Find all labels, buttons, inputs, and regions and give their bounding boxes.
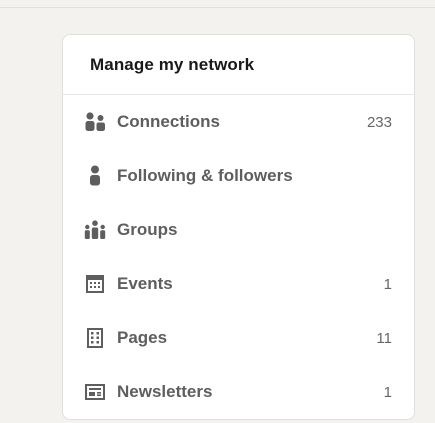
newspaper-icon bbox=[83, 380, 107, 404]
network-item-label: Connections bbox=[117, 112, 220, 131]
person-icon bbox=[83, 164, 107, 188]
group-icon bbox=[83, 218, 107, 242]
network-item-count: 1 bbox=[383, 383, 392, 401]
network-item-pages[interactable]: Pages 11 bbox=[63, 311, 414, 365]
network-item-label: Events bbox=[117, 274, 173, 293]
calendar-icon bbox=[83, 272, 107, 296]
network-item-connections[interactable]: Connections 233 bbox=[63, 95, 414, 149]
network-item-following-followers[interactable]: Following & followers bbox=[63, 149, 414, 203]
network-item-events[interactable]: Events 1 bbox=[63, 257, 414, 311]
building-icon bbox=[83, 326, 107, 350]
card-title: Manage my network bbox=[90, 54, 255, 74]
network-item-groups[interactable]: Groups bbox=[63, 203, 414, 257]
network-item-label: Groups bbox=[117, 220, 178, 239]
manage-network-card: Manage my network Connections 233 Follow… bbox=[62, 34, 415, 420]
network-item-label: Newsletters bbox=[117, 382, 213, 401]
network-item-newsletters[interactable]: Newsletters 1 bbox=[63, 365, 414, 419]
network-item-label: Following & followers bbox=[117, 166, 293, 185]
network-item-count: 11 bbox=[376, 329, 392, 347]
network-item-count: 1 bbox=[383, 275, 392, 293]
top-divider bbox=[0, 7, 435, 8]
card-header: Manage my network bbox=[63, 35, 414, 95]
network-item-count: 233 bbox=[366, 113, 392, 131]
network-item-label: Pages bbox=[117, 328, 168, 347]
network-list: Connections 233 Following & followers Gr… bbox=[63, 95, 414, 419]
people-icon bbox=[83, 110, 107, 134]
